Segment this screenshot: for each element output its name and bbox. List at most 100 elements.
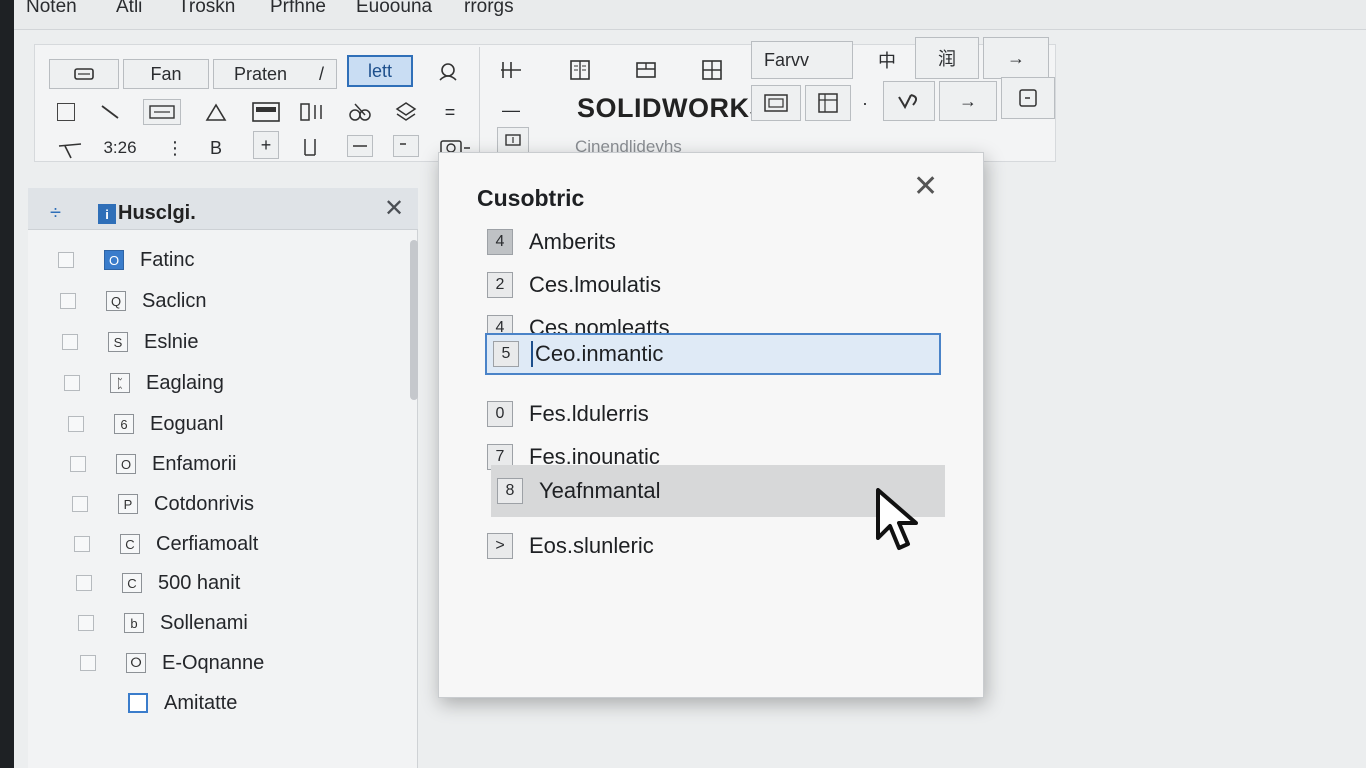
toggle-icon[interactable]: [1001, 77, 1055, 119]
tree-item-label: Cotdonrivis: [154, 492, 255, 515]
sheet-format-icon[interactable]: [805, 85, 851, 121]
tree-item[interactable]: S Eslnie: [62, 324, 198, 360]
info-icon: i: [98, 204, 116, 224]
list-item[interactable]: 2 Ces.lmoulatis: [487, 264, 943, 306]
item-label: Yeafnmantal: [539, 478, 661, 503]
tree-item-label: Eaglaing: [146, 371, 224, 394]
zhong-button[interactable]: 中: [861, 41, 913, 79]
dot-icon: ·: [862, 92, 868, 113]
praten-label: Praten: [234, 63, 288, 84]
dialog-title: Cusobtric: [477, 185, 585, 211]
feature-icon: S: [108, 332, 128, 352]
view-orient-icon[interactable]: [433, 57, 463, 87]
more-vertical-icon[interactable]: ⋮: [165, 135, 185, 161]
menu-item-atli[interactable]: Atli: [116, 0, 142, 18]
line-tool-icon[interactable]: [95, 99, 125, 125]
tree-item[interactable]: ⵔ E-Oqnanne: [80, 645, 264, 681]
rectangle-icon[interactable]: [347, 135, 373, 157]
grid-icon[interactable]: [695, 53, 729, 87]
close-icon[interactable]: ✕: [913, 169, 938, 204]
tree-checkbox[interactable]: [74, 536, 90, 552]
list-item-selected[interactable]: 5 Ceo.inmantic: [485, 333, 941, 375]
menu-item-prfhne[interactable]: Prfhne: [270, 0, 326, 18]
tree-item[interactable]: O Fatinc: [58, 242, 194, 278]
menu-bar: Noten Atli Troskn Prfhne Euoouna rrorgs: [14, 0, 1366, 30]
print-icon[interactable]: [49, 59, 119, 89]
item-label: Ceo.inmantic: [531, 341, 663, 367]
layers-icon[interactable]: [391, 97, 421, 127]
tree-checkbox[interactable]: [82, 695, 98, 711]
column-icon[interactable]: [297, 97, 327, 127]
close-icon[interactable]: ✕: [384, 194, 404, 223]
arrow-forward-icon[interactable]: →: [939, 81, 997, 121]
feature-icon: ᛈ: [110, 373, 130, 393]
divide-icon[interactable]: ÷: [50, 202, 61, 225]
tree-item[interactable]: b Sollenami: [78, 605, 248, 641]
item-number: 0: [487, 401, 513, 427]
feature-icon: ⵔ: [126, 653, 146, 673]
tree-item-label: E-Oqnanne: [162, 651, 265, 674]
tree-checkbox[interactable]: [72, 496, 88, 512]
tree-checkbox[interactable]: [58, 252, 74, 268]
item-number: 5: [493, 341, 519, 367]
tree-checkbox[interactable]: [76, 575, 92, 591]
tree-item[interactable]: P Cotdonrivis: [72, 486, 254, 522]
triangle-icon[interactable]: [201, 99, 231, 125]
item-label: Fes.ldulerris: [529, 401, 649, 426]
tree-item[interactable]: O Enfamorii: [70, 446, 236, 482]
command-ribbon: Fan Praten / lett Farvv 中 润 → = — 3:26 ⋮…: [34, 37, 1056, 163]
list-item[interactable]: 4 Amberits: [487, 221, 943, 263]
arrow-right-icon[interactable]: →: [983, 37, 1049, 79]
tree-checkbox[interactable]: [62, 334, 78, 350]
item-number: >: [487, 533, 513, 559]
hole-icon[interactable]: [297, 133, 323, 161]
trim-tool-icon[interactable]: [53, 137, 87, 163]
tree-item[interactable]: C Cerfiamoalt: [74, 526, 258, 562]
tree-checkbox[interactable]: [78, 615, 94, 631]
dimension-icon[interactable]: [143, 99, 181, 125]
item-label: Amberits: [529, 229, 616, 254]
panel-scrollbar[interactable]: [410, 240, 418, 400]
sheet-icon[interactable]: [249, 97, 283, 127]
menu-item-rrorgs[interactable]: rrorgs: [464, 0, 514, 18]
tree-checkbox[interactable]: [80, 655, 96, 671]
feature-tree-panel: ÷ i Husclgi. ✕ O Fatinc Q Saclicn S Esln…: [28, 188, 418, 768]
menu-item-noten[interactable]: Noten: [26, 0, 77, 18]
tree-item[interactable]: ᛈ Eaglaing: [64, 365, 224, 401]
bold-button[interactable]: B: [201, 135, 231, 161]
measure-icon[interactable]: [883, 81, 935, 121]
sketch-icon[interactable]: [345, 97, 375, 127]
menu-item-euoouna[interactable]: Euoouna: [356, 0, 432, 18]
tree-item[interactable]: Amitatte: [82, 685, 237, 721]
window-icon[interactable]: [393, 135, 419, 157]
split-icon[interactable]: [491, 55, 531, 85]
tree-checkbox[interactable]: [68, 416, 84, 432]
feature-icon: Q: [106, 291, 126, 311]
tree-item-label: 500 hanit: [158, 571, 241, 594]
praten-button[interactable]: Praten /: [213, 59, 337, 89]
checkbox-tool-icon[interactable]: [55, 101, 77, 123]
tree-item[interactable]: 6 Eoguanl: [68, 406, 223, 442]
image-icon[interactable]: [751, 85, 801, 121]
tree-item[interactable]: C 500 hanit: [76, 565, 240, 601]
tree-checkbox[interactable]: [60, 293, 76, 309]
tree-checkbox[interactable]: [64, 375, 80, 391]
list-item[interactable]: 0 Fes.ldulerris: [487, 393, 943, 435]
equals-icon[interactable]: =: [435, 97, 465, 127]
fan-button[interactable]: Fan: [123, 59, 209, 89]
panel-icon[interactable]: [629, 53, 663, 87]
screen: Noten Atli Troskn Prfhne Euoouna rrorgs …: [14, 0, 1366, 768]
frame-icon[interactable]: [497, 127, 529, 153]
favv-button[interactable]: Farvv: [751, 41, 853, 79]
book-icon[interactable]: [563, 53, 597, 87]
add-icon[interactable]: +: [253, 131, 279, 159]
value-field[interactable]: 3:26: [95, 135, 145, 161]
custom-properties-dialog: Cusobtric ✕ 4 Amberits 2 Ces.lmoulatis 4…: [438, 152, 984, 698]
minus-icon[interactable]: —: [491, 95, 531, 125]
lett-button[interactable]: lett: [347, 55, 413, 87]
menu-item-troskn[interactable]: Troskn: [178, 0, 235, 18]
tree-item[interactable]: Q Saclicn: [60, 283, 206, 319]
list-item[interactable]: > Eos.slunleric: [487, 525, 943, 567]
tree-checkbox[interactable]: [70, 456, 86, 472]
run-button[interactable]: 润: [915, 37, 979, 79]
